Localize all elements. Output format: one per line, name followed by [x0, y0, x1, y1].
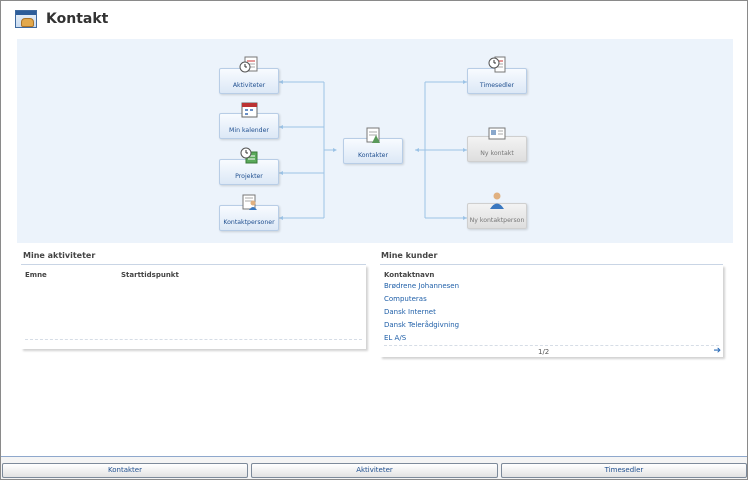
node-kontaktpersoner[interactable]: Kontaktpersoner: [219, 194, 279, 231]
column-header-kontaktnavn[interactable]: Kontaktnavn: [384, 271, 434, 279]
node-label: Ny kontakt: [480, 150, 514, 157]
row-divider: [25, 339, 362, 340]
column-header-starttidspunkt[interactable]: Starttidspunkt: [121, 271, 179, 279]
panel-title: Mine aktiviteter: [21, 251, 366, 265]
node-projekter[interactable]: Projekter: [219, 147, 279, 185]
node-ny-kontaktperson[interactable]: Ny kontaktperson: [467, 192, 527, 229]
customer-link[interactable]: Computeras: [384, 295, 427, 303]
node-label: Kontaktpersoner: [223, 219, 275, 226]
panel-title: Mine kunder: [380, 251, 723, 265]
node-timesedler[interactable]: Timesedler: [467, 56, 527, 94]
activities-table: Emne Starttidspunkt: [21, 265, 366, 349]
node-min-kalender[interactable]: Min kalender: [219, 102, 279, 139]
calendar-icon: [241, 102, 258, 118]
customer-link[interactable]: Dansk Telerådgivning: [384, 321, 459, 329]
node-label: Min kalender: [229, 127, 269, 134]
node-label: Aktiviteter: [232, 82, 266, 89]
customer-link[interactable]: Dansk Internet: [384, 308, 436, 316]
row-divider: [384, 345, 719, 346]
column-header-emne[interactable]: Emne: [25, 271, 47, 279]
tab-kontakter[interactable]: Kontakter: [2, 463, 248, 478]
customer-link[interactable]: EL A/S: [384, 334, 406, 342]
new-contact-icon: [488, 127, 506, 140]
node-label: Timesedler: [479, 82, 515, 89]
new-person-icon: [490, 192, 504, 209]
bottom-toolbar: Kontakter Aktiviteter Timesedler: [1, 456, 747, 479]
tab-aktiviteter[interactable]: Aktiviteter: [251, 463, 498, 478]
node-label: Ny kontaktperson: [469, 217, 525, 224]
tab-timesedler[interactable]: Timesedler: [501, 463, 747, 478]
timesheet-icon: [488, 56, 506, 73]
next-page-arrow-icon[interactable]: ➔: [713, 346, 721, 356]
mine-kunder-panel: Mine kunder Kontaktnavn Brødrene Johanne…: [380, 251, 723, 357]
clock-calendar-icon: [239, 56, 258, 73]
node-aktiviteter[interactable]: Aktiviteter: [219, 56, 279, 94]
node-kontakter[interactable]: Kontakter: [343, 127, 403, 164]
node-ny-kontakt[interactable]: Ny kontakt: [467, 127, 527, 162]
node-label: Projekter: [235, 173, 263, 180]
page-title: Kontakt: [46, 11, 109, 27]
node-label: Kontakter: [357, 152, 389, 159]
pager: 1/2: [538, 348, 550, 356]
handshake-icon: [15, 10, 37, 28]
contact-person-icon: [242, 194, 257, 210]
customer-link[interactable]: Brødrene Johannesen: [384, 282, 459, 290]
navigation-diagram: Aktiviteter Min kalender Projekter Konta…: [17, 39, 733, 243]
customers-table: Kontaktnavn Brødrene Johannesen Computer…: [380, 265, 723, 357]
page-header: Kontakt: [15, 7, 108, 31]
contacts-card-icon: [366, 127, 380, 143]
project-clock-icon: [240, 147, 258, 164]
mine-aktiviteter-panel: Mine aktiviteter Emne Starttidspunkt: [21, 251, 366, 349]
